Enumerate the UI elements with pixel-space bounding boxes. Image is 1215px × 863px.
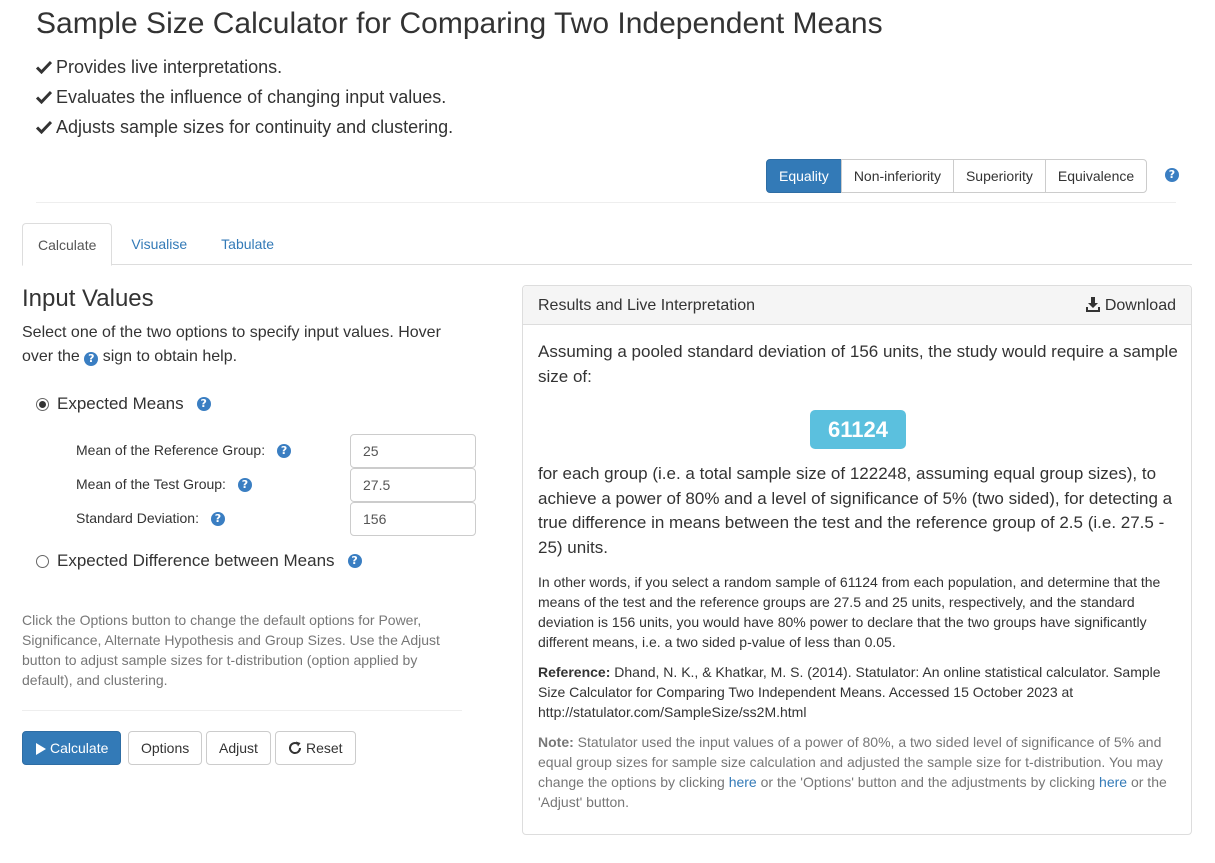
question-circle-icon[interactable]: ? — [277, 444, 292, 459]
tab-visualise[interactable]: Visualise — [116, 223, 202, 265]
input-description-text: sign to obtain help. — [102, 348, 238, 365]
note-label: Note: — [538, 734, 574, 750]
question-circle-icon[interactable]: ? — [237, 478, 252, 493]
refresh-icon — [289, 741, 302, 754]
results-panel-title: Results and Live Interpretation — [538, 297, 756, 314]
tab-calculate[interactable]: Calculate — [22, 223, 113, 266]
reference-text: Dhand, N. K., & Khatkar, M. S. (2014). S… — [538, 664, 1161, 720]
hypothesis-button-group: Equality Non-inferiority Superiority Equ… — [766, 159, 1148, 193]
standard-deviation-label: Standard Deviation:? — [76, 510, 225, 527]
adjust-here-link[interactable]: here — [1099, 774, 1127, 790]
play-icon — [36, 743, 46, 755]
options-help-text: Click the Options button to change the d… — [22, 612, 440, 688]
expected-means-option[interactable]: Expected Means ? — [36, 394, 211, 414]
reset-button-label: Reset — [306, 740, 343, 756]
reset-button[interactable]: Reset — [275, 731, 356, 765]
results-panel: Results and Live Interpretation Download… — [522, 285, 1192, 835]
download-button[interactable]: Download — [1085, 286, 1176, 325]
feature-text: Provides live interpretations. — [56, 57, 283, 77]
input-values-heading: Input Values — [22, 285, 154, 312]
feature-text: Adjusts sample sizes for continuity and … — [56, 117, 454, 137]
field-label-text: Mean of the Test Group: — [76, 476, 226, 492]
expected-difference-option[interactable]: Expected Difference between Means ? — [36, 551, 362, 571]
options-here-link[interactable]: here — [729, 774, 757, 790]
checkmark-icon — [35, 55, 56, 79]
test-mean-label: Mean of the Test Group:? — [76, 476, 252, 493]
feature-item: Adjusts sample sizes for continuity and … — [35, 115, 454, 145]
expected-means-label: Expected Means — [57, 394, 184, 413]
results-panel-header: Results and Live Interpretation Download — [523, 286, 1191, 325]
reference-mean-input[interactable] — [350, 434, 476, 468]
tab-bar: Calculate Visualise Tabulate — [22, 223, 1192, 266]
question-circle-icon[interactable]: ? — [210, 512, 225, 527]
expected-difference-label: Expected Difference between Means — [57, 551, 335, 570]
standard-deviation-input[interactable] — [350, 502, 476, 536]
divider — [22, 710, 462, 711]
question-circle-icon[interactable]: ? — [347, 554, 362, 568]
question-circle-icon[interactable]: ? — [1165, 168, 1179, 182]
results-intro: Assuming a pooled standard deviation of … — [538, 342, 1178, 386]
feature-list: Provides live interpretations. Evaluates… — [35, 55, 454, 145]
reference-mean-label: Mean of the Reference Group:? — [76, 442, 292, 459]
checkmark-icon — [35, 85, 56, 109]
test-mean-input[interactable] — [350, 468, 476, 502]
question-circle-icon[interactable]: ? — [196, 397, 211, 411]
checkmark-icon — [35, 115, 56, 139]
field-label-text: Standard Deviation: — [76, 510, 199, 526]
question-circle-icon: ? — [84, 352, 99, 366]
results-other-words: In other words, if you select a random s… — [538, 574, 1161, 650]
divider — [36, 202, 1176, 203]
radio-icon[interactable] — [36, 554, 49, 568]
feature-item: Provides live interpretations. — [35, 55, 453, 85]
tab-tabulate[interactable]: Tabulate — [206, 223, 289, 265]
results-reference: Reference: Dhand, N. K., & Khatkar, M. S… — [538, 662, 1178, 722]
radio-icon[interactable] — [36, 397, 49, 411]
note-text: or the 'Options' button and the adjustme… — [760, 774, 1096, 790]
equivalence-button[interactable]: Equivalence — [1044, 159, 1148, 193]
sample-size-badge: 61124 — [810, 410, 906, 449]
adjust-button[interactable]: Adjust — [206, 731, 271, 765]
calculate-button[interactable]: Calculate — [22, 731, 122, 765]
input-description: Select one of the two options to specify… — [22, 321, 472, 369]
superiority-button[interactable]: Superiority — [952, 159, 1046, 193]
page-title: Sample Size Calculator for Comparing Two… — [36, 7, 883, 40]
options-button[interactable]: Options — [128, 731, 203, 765]
field-label-text: Mean of the Reference Group: — [76, 442, 266, 458]
feature-text: Evaluates the influence of changing inpu… — [56, 87, 447, 107]
download-icon — [1085, 297, 1100, 312]
results-main-text: for each group (i.e. a total sample size… — [538, 464, 1173, 557]
download-label: Download — [1104, 297, 1176, 314]
reference-label: Reference: — [538, 664, 611, 680]
equality-button[interactable]: Equality — [766, 159, 842, 193]
results-note: Note: Statulator used the input values o… — [538, 732, 1178, 812]
results-body: Assuming a pooled standard deviation of … — [538, 340, 1178, 812]
calculate-button-label: Calculate — [50, 740, 109, 756]
feature-item: Evaluates the influence of changing inpu… — [35, 85, 453, 115]
non-inferiority-button[interactable]: Non-inferiority — [840, 159, 954, 193]
